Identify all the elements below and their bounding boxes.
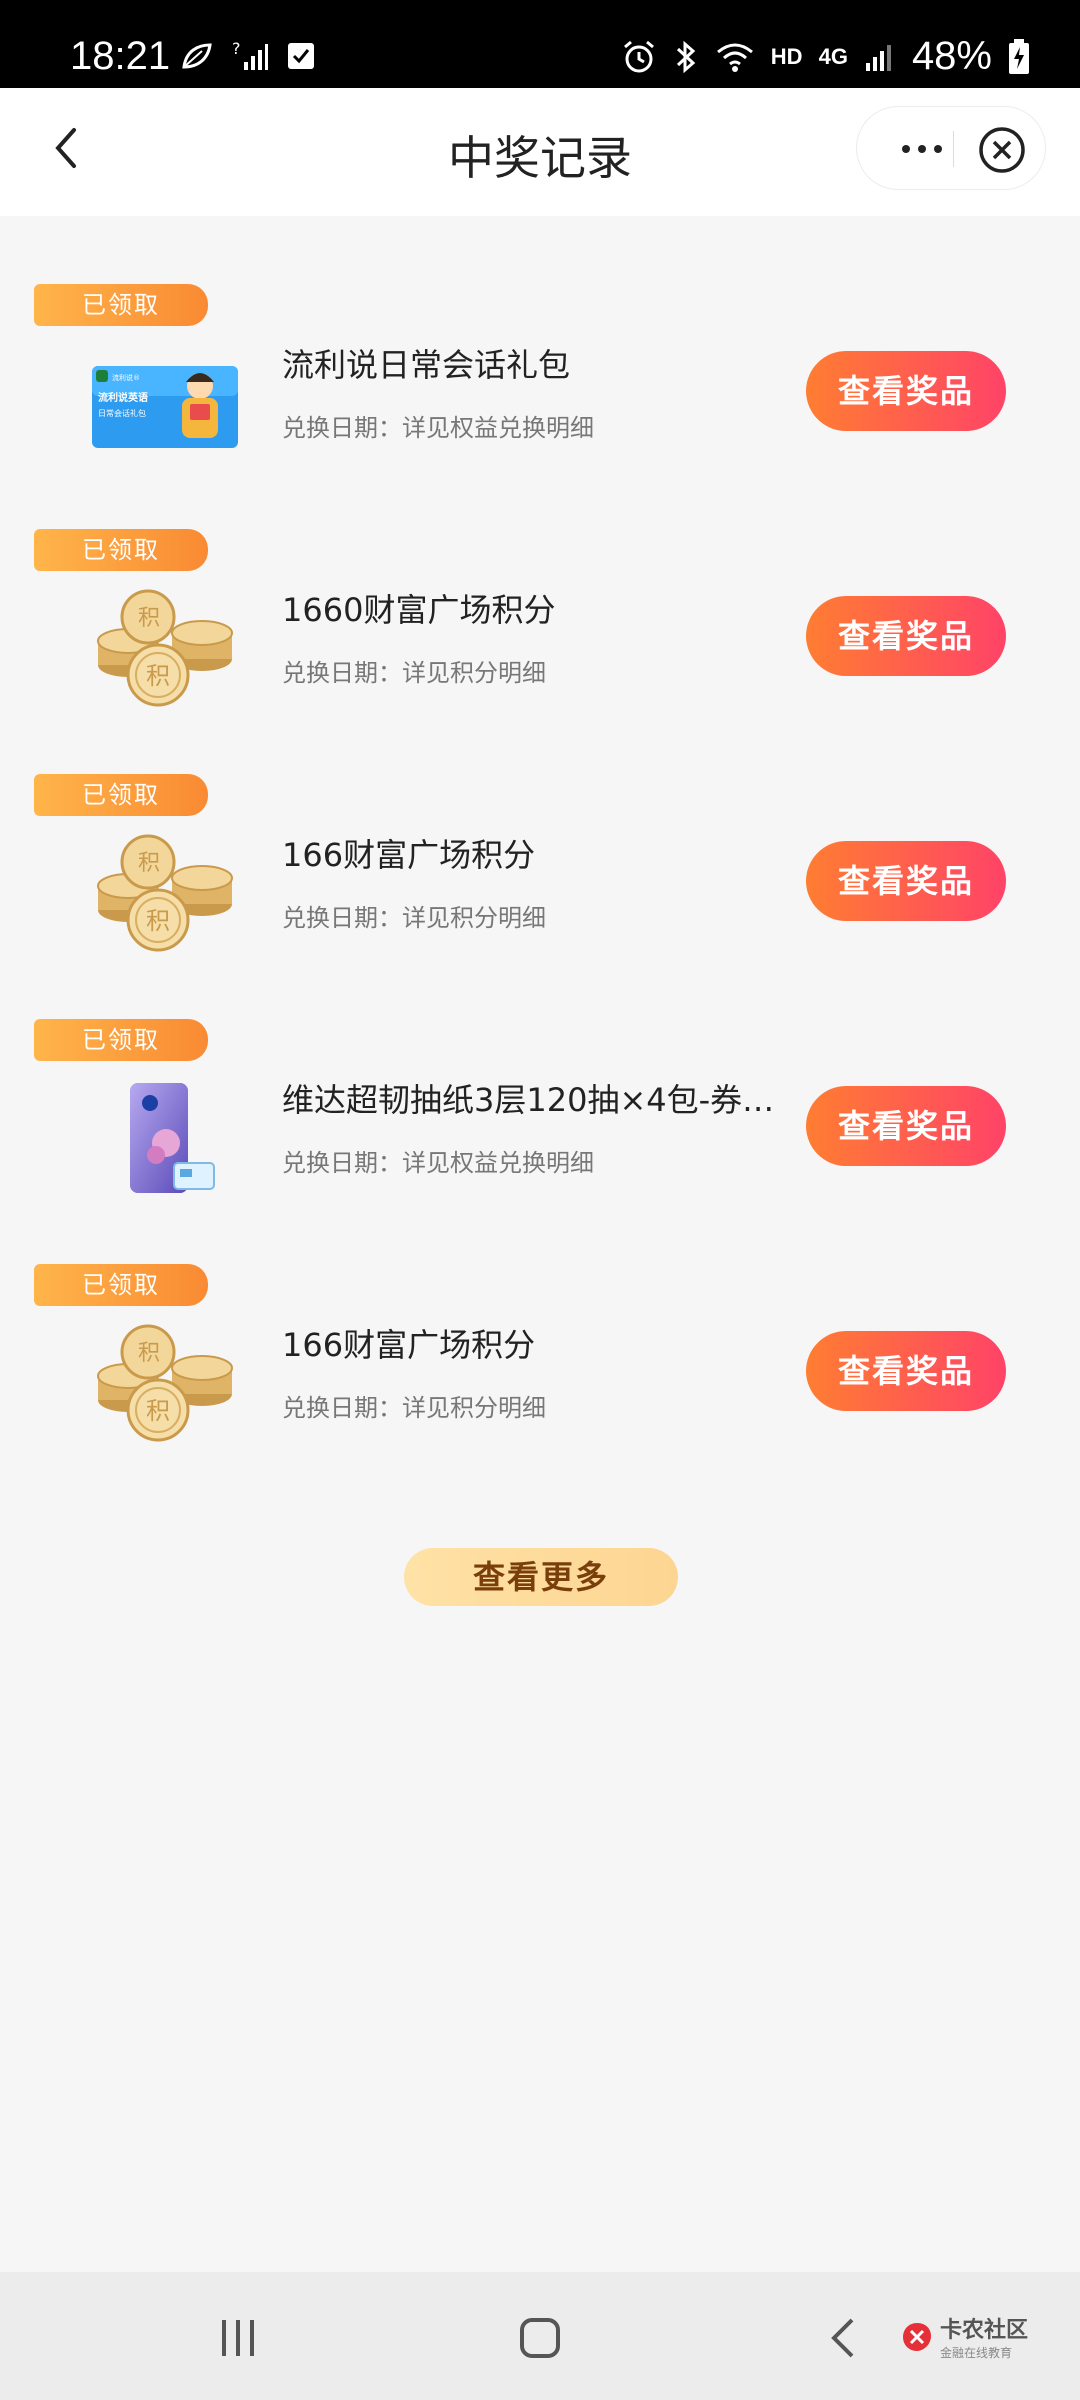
record-subtitle: 兑换日期：详见积分明细 xyxy=(282,904,546,932)
record-item: 已领取 维达超韧抽纸3层120抽×4包-券后... 兑换日期：详见权益兑换明细 … xyxy=(0,951,1080,1196)
view-prize-button[interactable]: 查看奖品 xyxy=(806,596,1006,676)
leaf-icon xyxy=(182,43,212,69)
cell-signal-icon xyxy=(865,44,891,71)
home-icon[interactable] xyxy=(518,2316,562,2360)
record-title: 1660财富广场积分 xyxy=(282,591,556,629)
record-title: 流利说日常会话礼包 xyxy=(282,346,571,384)
record-subtitle: 兑换日期：详见权益兑换明细 xyxy=(282,1149,594,1177)
recent-apps-icon[interactable] xyxy=(218,2318,258,2358)
record-title: 166财富广场积分 xyxy=(282,1326,536,1364)
status-time: 18:21 xyxy=(70,34,171,78)
wifi-icon xyxy=(716,43,753,72)
record-list: 已领取 流利说® 流利说英语 日常会话礼包 流利说日常会话礼包 兑换日期：详见权… xyxy=(0,216,1080,1442)
watermark-title: 卡农社区 xyxy=(940,2318,1029,2343)
english-course-card-image: 流利说® 流利说英语 日常会话礼包 xyxy=(92,366,238,448)
record-subtitle: 兑换日期：详见积分明细 xyxy=(282,1394,546,1422)
battery-percent: 48% xyxy=(911,34,992,78)
record-title: 维达超韧抽纸3层120抽×4包-券后... xyxy=(282,1081,792,1119)
tissue-pack-image xyxy=(130,1083,215,1193)
coin-char: 积 xyxy=(138,1341,160,1366)
claimed-badge: 已领取 xyxy=(34,774,208,816)
watermark-subtitle: 金融在线教育 xyxy=(940,2346,1013,2360)
coin-char: 积 xyxy=(146,907,170,935)
network-type: 4G xyxy=(818,43,848,69)
back-icon[interactable] xyxy=(824,2316,864,2360)
record-subtitle: 兑换日期：详见积分明细 xyxy=(282,659,546,687)
watermark: 卡农社区 金融在线教育 xyxy=(900,2312,1028,2361)
bluetooth-icon xyxy=(676,40,696,73)
claimed-badge: 已领取 xyxy=(34,284,208,326)
view-prize-button[interactable]: 查看奖品 xyxy=(806,1086,1006,1166)
close-circle-icon[interactable] xyxy=(977,125,1027,175)
gold-coins-image: 积 积 xyxy=(97,834,233,952)
view-prize-button[interactable]: 查看奖品 xyxy=(806,841,1006,921)
alarm-icon xyxy=(623,40,654,72)
record-item: 已领取 积 积 166财富广场积分 兑换日期：详见积分明细 查看奖品 xyxy=(0,1196,1080,1442)
hd-label: HD xyxy=(770,43,803,69)
claimed-badge: 已领取 xyxy=(34,1019,208,1061)
record-item: 已领取 积 积 166财富广场积分 兑换日期：详见积分明细 查看奖品 xyxy=(0,706,1080,952)
record-subtitle: 兑换日期：详见权益兑换明细 xyxy=(282,414,594,442)
mini-program-capsule xyxy=(856,106,1046,190)
view-prize-button[interactable]: 查看奖品 xyxy=(806,351,1006,431)
record-item: 已领取 积 积 1660财富广场积分 兑换日期：详见积分明细 查看奖品 xyxy=(0,461,1080,707)
signal-question-icon: ? xyxy=(232,40,268,70)
coin-char: 积 xyxy=(138,851,160,876)
load-more-button[interactable]: 查看更多 xyxy=(404,1548,678,1606)
coin-char: 积 xyxy=(138,606,160,631)
claimed-badge: 已领取 xyxy=(34,529,208,571)
claimed-badge: 已领取 xyxy=(34,1264,208,1306)
checkbox-icon xyxy=(288,43,314,69)
card-brand: 流利说® xyxy=(112,373,140,382)
svg-text:?: ? xyxy=(232,40,241,58)
gold-coins-image: 积 积 xyxy=(97,589,233,707)
nav-header: 中奖记录 xyxy=(0,88,1080,216)
kanong-logo-icon xyxy=(903,2322,931,2351)
coin-char: 积 xyxy=(146,662,170,690)
record-title: 166财富广场积分 xyxy=(282,836,536,874)
battery-charging-icon xyxy=(1009,38,1029,74)
card-title: 流利说英语 xyxy=(98,391,148,404)
status-left-icons: ? xyxy=(180,40,316,72)
capsule-divider xyxy=(953,131,954,167)
record-item: 已领取 流利说® 流利说英语 日常会话礼包 流利说日常会话礼包 兑换日期：详见权… xyxy=(0,216,1080,461)
view-prize-button[interactable]: 查看奖品 xyxy=(806,1331,1006,1411)
gold-coins-image: 积 积 xyxy=(97,1324,233,1442)
status-right: HD 4G 48% xyxy=(621,34,1030,79)
card-subtitle: 日常会话礼包 xyxy=(98,408,146,418)
status-bar: 18:21 ? HD 4G 48% xyxy=(0,0,1080,88)
coin-char: 积 xyxy=(146,1397,170,1425)
system-nav-bar: 卡农社区 金融在线教育 xyxy=(0,2272,1080,2400)
